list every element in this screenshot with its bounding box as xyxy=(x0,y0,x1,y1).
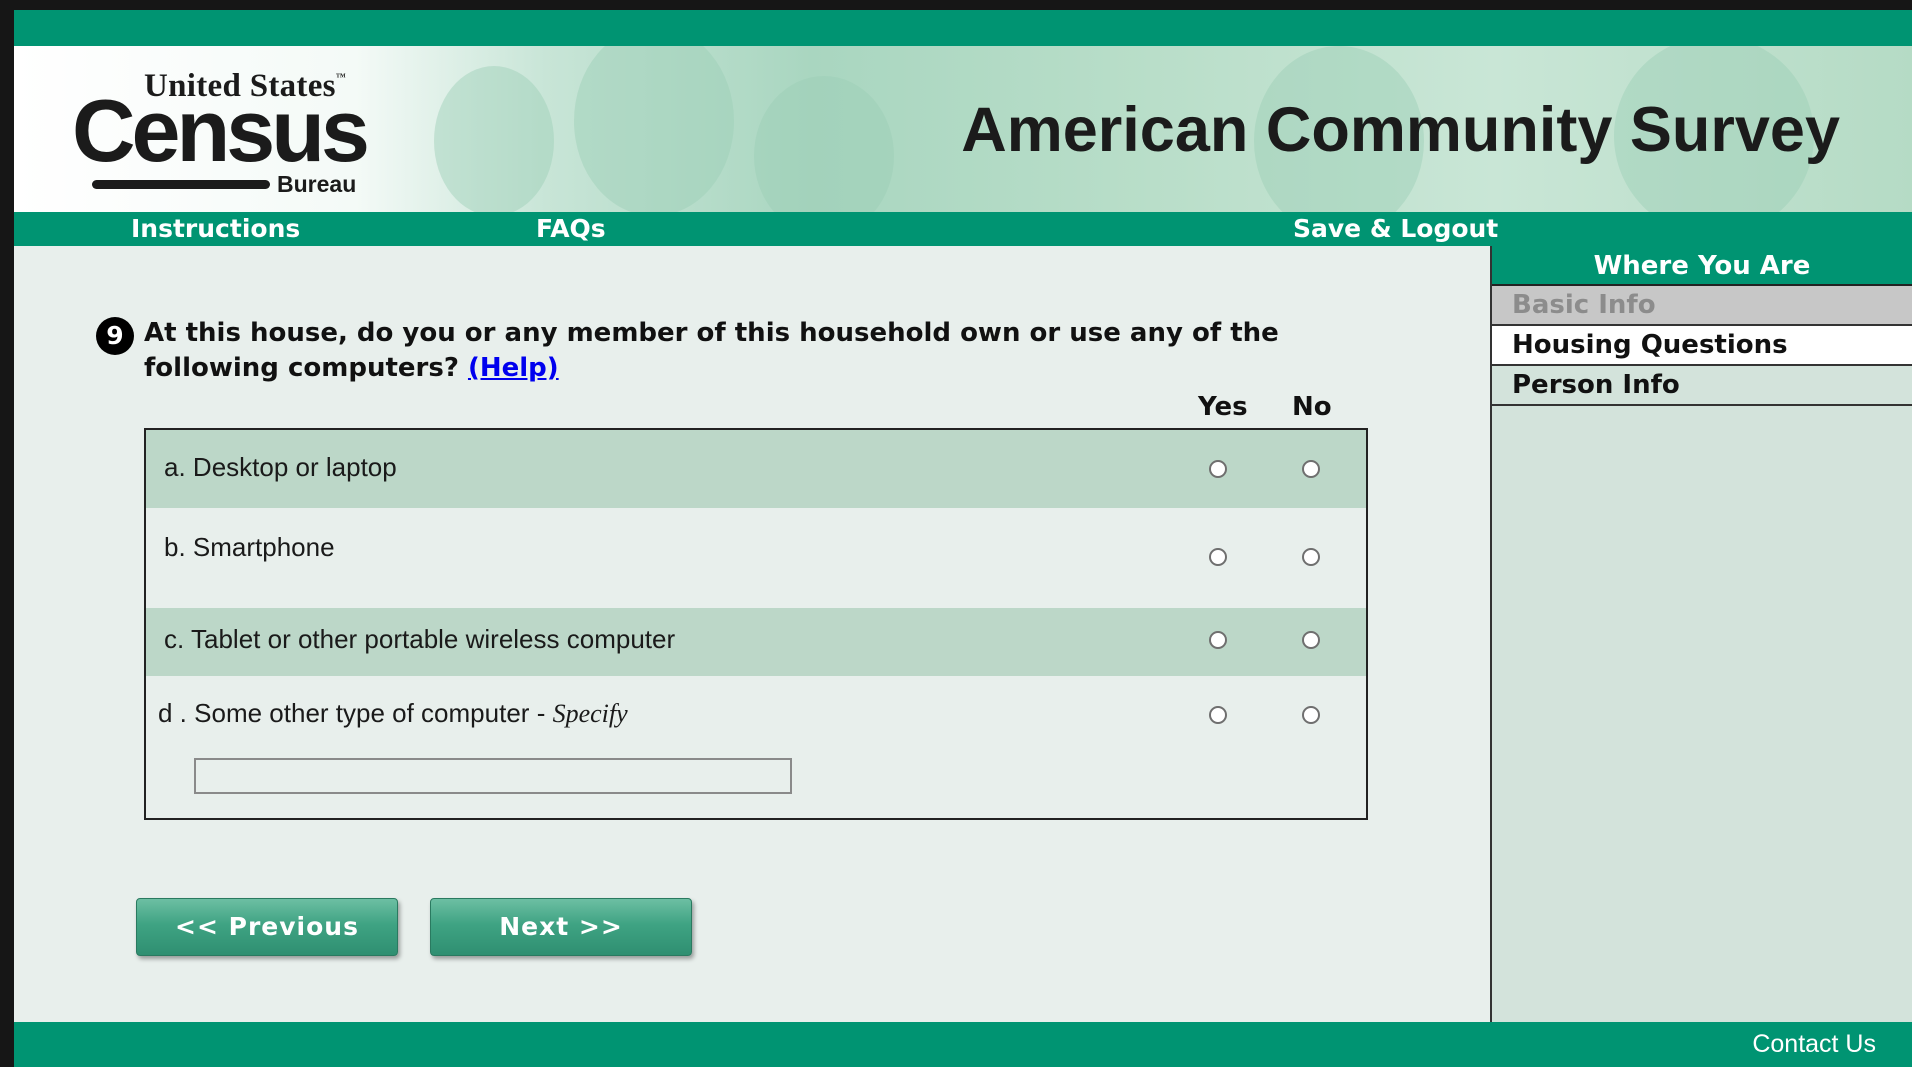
contact-us-link[interactable]: Contact Us xyxy=(1752,1030,1876,1059)
nav-save-logout-link[interactable]: Save & Logout xyxy=(1293,214,1498,243)
sidebar-item-housing-questions[interactable]: Housing Questions xyxy=(1492,326,1912,366)
app-window: United States™ Census Bureau American Co… xyxy=(0,0,1912,1067)
radio-yes-c[interactable] xyxy=(1209,631,1227,649)
answer-row-d: d . Some other type of computer - Specif… xyxy=(146,676,1366,818)
radio-no-b[interactable] xyxy=(1302,548,1320,566)
question-number-badge: 9 xyxy=(96,317,134,355)
previous-button[interactable]: << Previous xyxy=(136,898,398,956)
next-button[interactable]: Next >> xyxy=(430,898,692,956)
top-nav: Instructions FAQs Save & Logout xyxy=(14,212,1912,246)
sidebar-header: Where You Are xyxy=(1492,246,1912,286)
question-panel: 9 At this house, do you or any member of… xyxy=(14,246,1490,1022)
header-banner: United States™ Census Bureau American Co… xyxy=(14,46,1912,212)
logo-main-text: Census xyxy=(72,81,370,180)
radio-yes-b[interactable] xyxy=(1209,548,1227,566)
progress-sidebar: Where You Are Basic Info Housing Questio… xyxy=(1490,246,1912,1022)
window-left-border xyxy=(0,0,14,1067)
answer-row-a: a. Desktop or laptop xyxy=(146,430,1366,508)
sidebar-item-basic-info[interactable]: Basic Info xyxy=(1492,286,1912,326)
nav-faqs-link[interactable]: FAQs xyxy=(536,214,606,243)
question-text-block: At this house, do you or any member of t… xyxy=(144,316,1374,386)
footer-bar: Contact Us xyxy=(14,1022,1912,1067)
banner-photo-shape xyxy=(754,76,894,212)
logo-underline-bar xyxy=(92,180,270,189)
row-separator: - xyxy=(536,698,546,728)
banner-photo-shape xyxy=(574,46,734,212)
row-label: Some other type of computer xyxy=(194,698,530,728)
census-bureau-logo: United States™ Census Bureau xyxy=(72,64,372,212)
specify-other-computer-input[interactable] xyxy=(194,758,792,794)
column-header-no: No xyxy=(1292,392,1332,422)
row-letter: c. xyxy=(164,624,185,654)
radio-no-c[interactable] xyxy=(1302,631,1320,649)
radio-no-a[interactable] xyxy=(1302,460,1320,478)
row-label: Tablet or other portable wireless comput… xyxy=(191,624,676,654)
sidebar-item-person-info[interactable]: Person Info xyxy=(1492,366,1912,406)
column-header-yes: Yes xyxy=(1198,392,1248,422)
radio-yes-d[interactable] xyxy=(1209,706,1227,724)
question-text: At this house, do you or any member of t… xyxy=(144,318,1279,383)
radio-yes-a[interactable] xyxy=(1209,460,1227,478)
survey-title: American Community Survey xyxy=(961,95,1840,165)
window-top-border xyxy=(0,0,1912,10)
radio-no-d[interactable] xyxy=(1302,706,1320,724)
help-link[interactable]: (Help) xyxy=(468,353,559,383)
banner-photo-shape xyxy=(434,66,554,212)
row-letter: a. xyxy=(164,452,186,482)
answer-row-b: b. Smartphone xyxy=(146,508,1366,608)
specify-label: Specify xyxy=(552,699,628,728)
logo-bureau-text: Bureau xyxy=(277,171,357,197)
nav-instructions-link[interactable]: Instructions xyxy=(131,214,300,243)
row-letter: b. xyxy=(164,532,186,562)
answer-row-c: c. Tablet or other portable wireless com… xyxy=(146,608,1366,676)
row-label: Smartphone xyxy=(192,532,335,562)
row-letter: d . xyxy=(158,698,187,728)
header-top-strip xyxy=(14,10,1912,46)
row-label: Desktop or laptop xyxy=(192,452,397,482)
